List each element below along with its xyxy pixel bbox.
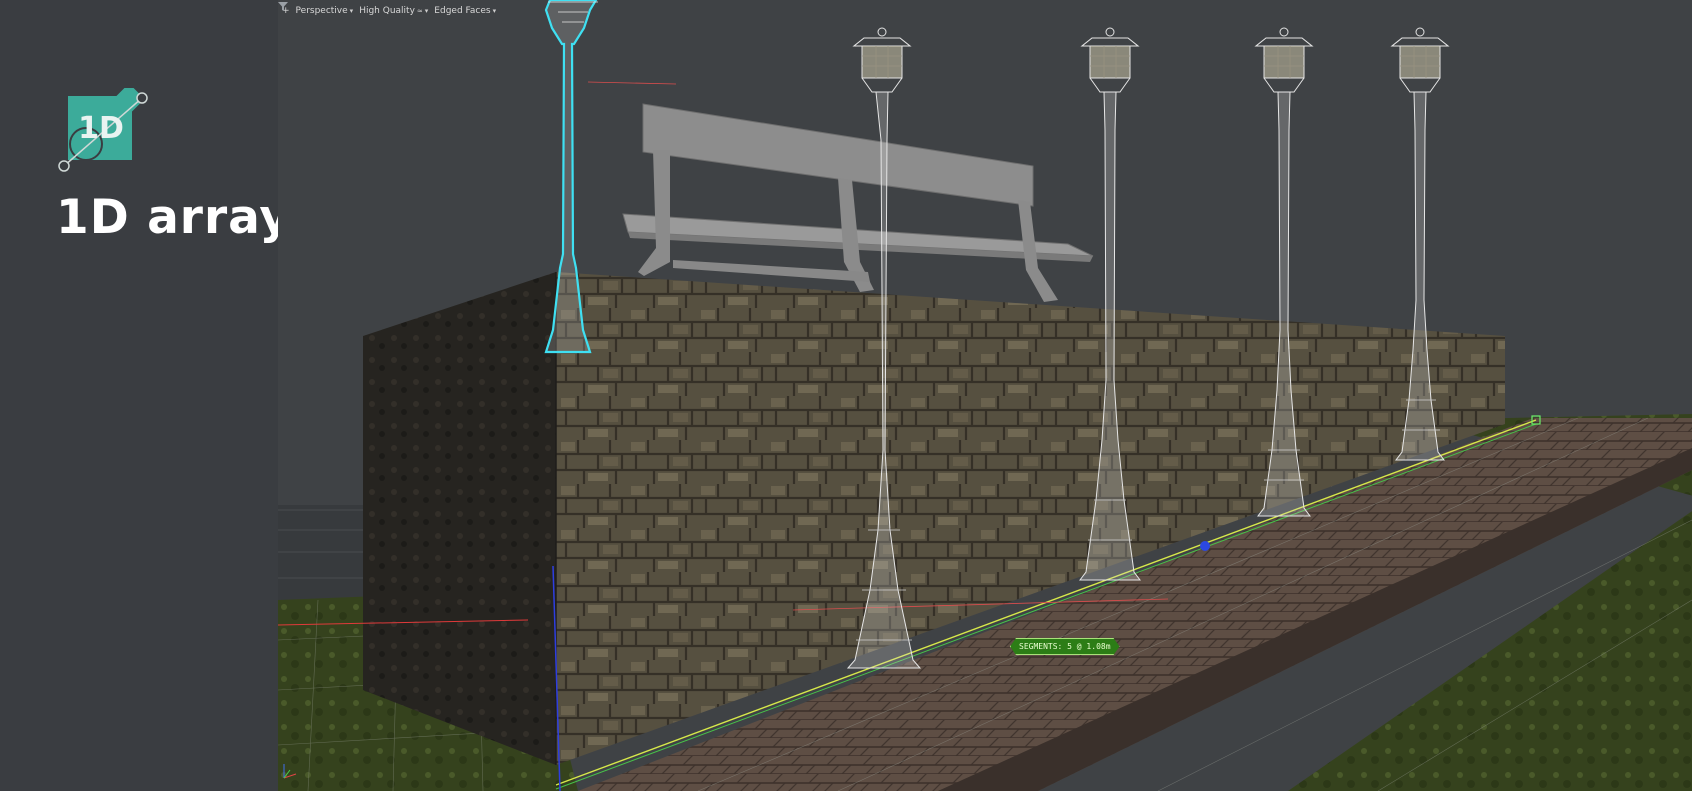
quality-label: High Quality	[359, 5, 415, 16]
wall-side-face	[363, 272, 556, 765]
array-midpoint-handle[interactable]	[1200, 541, 1210, 551]
shading-label: Edged Faces	[434, 5, 491, 16]
camera-label: Perspective	[295, 5, 348, 16]
viewport-toolbar: + Perspective ▾ High Quality ≈ ▾ Edged Face…	[278, 2, 506, 19]
chevron-down-icon: ▾	[424, 6, 429, 15]
1d-array-logo-icon: 1D	[58, 88, 148, 172]
camera-dropdown[interactable]: Perspective ▾	[296, 6, 354, 16]
quality-dropdown[interactable]: High Quality ≈ ▾	[359, 6, 428, 16]
chevron-down-icon: ▾	[492, 6, 497, 15]
shading-dropdown[interactable]: Edged Faces ▾	[434, 6, 496, 16]
chevron-down-icon: ▾	[349, 6, 354, 15]
filter-icon	[278, 2, 288, 11]
segments-readout-badge: SEGMENTS: 5 @ 1.08m	[1010, 638, 1120, 655]
3d-viewport[interactable]: + Perspective ▾ High Quality ≈ ▾ Edged Face…	[278, 0, 1692, 791]
logo-start-node	[58, 160, 70, 172]
feature-title: 1D array	[56, 190, 292, 245]
quality-suffix: ≈	[416, 6, 423, 15]
logo-end-node	[136, 92, 148, 104]
scene-canvas[interactable]	[278, 0, 1692, 791]
logo-text: 1D	[78, 111, 124, 146]
feature-panel: 1D 1D array	[0, 0, 290, 791]
